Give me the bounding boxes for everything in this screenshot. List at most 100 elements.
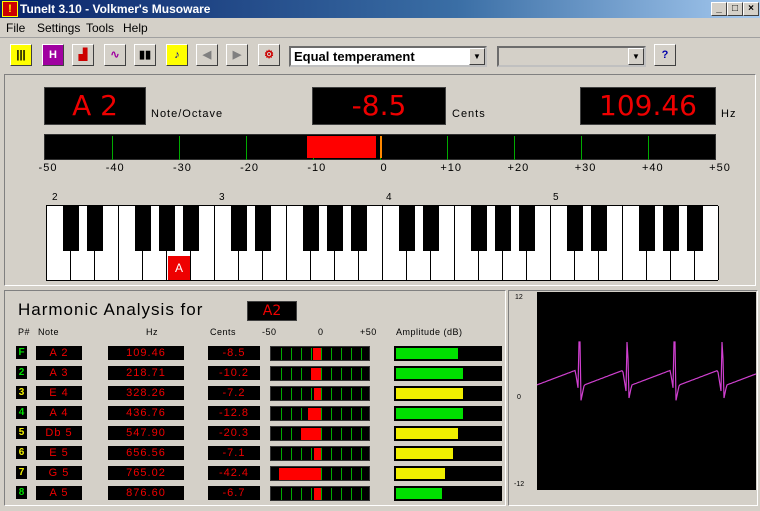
harmonics-view-icon[interactable]: H — [42, 44, 64, 66]
menu-settings[interactable]: Settings — [37, 21, 80, 35]
cents-bar-tick — [331, 408, 332, 420]
temperament-select[interactable]: Equal temperament ▼ — [289, 46, 487, 67]
cents-bar-tick — [331, 428, 332, 440]
header-hz: Hz — [146, 327, 158, 337]
harmonic-note-display: A2 — [247, 301, 297, 321]
pause-icon[interactable]: ▮▮ — [134, 44, 156, 66]
black-key[interactable] — [351, 206, 367, 251]
cents-bar-tick — [341, 468, 342, 480]
cents-bar-tick — [351, 448, 352, 460]
cents-bar-tick — [321, 448, 322, 460]
help-icon[interactable]: ? — [654, 44, 676, 66]
scale-label: +40 — [641, 162, 664, 174]
black-key[interactable] — [303, 206, 319, 251]
partial-number: 5 — [16, 426, 27, 439]
piano-keyboard[interactable]: A — [46, 205, 719, 281]
cents-bar-fill — [278, 468, 321, 480]
cents-bar-fill — [314, 488, 321, 500]
close-button[interactable]: × — [743, 2, 759, 16]
black-key[interactable] — [423, 206, 439, 251]
minimize-button[interactable]: _ — [711, 2, 727, 16]
note-label: Note/Octave — [151, 108, 224, 120]
black-key[interactable] — [471, 206, 487, 251]
black-key[interactable] — [63, 206, 79, 251]
settings-icon[interactable]: ⚙ — [258, 44, 280, 66]
black-key[interactable] — [591, 206, 607, 251]
harmonic-cents: -7.2 — [208, 386, 260, 400]
prev-icon[interactable]: ◀ — [196, 44, 218, 66]
cents-bar-tick — [331, 388, 332, 400]
black-key[interactable] — [231, 206, 247, 251]
cents-bar-tick — [281, 448, 282, 460]
cents-bar-tick — [341, 448, 342, 460]
scale-label: -50 — [38, 162, 58, 174]
octave-label: 3 — [219, 192, 225, 203]
amplitude-fill — [396, 468, 445, 479]
cents-bar-tick — [281, 408, 282, 420]
cents-bar-tick — [291, 388, 292, 400]
amplitude-fill — [396, 348, 459, 359]
secondary-select[interactable]: ▼ — [497, 46, 646, 67]
harmonic-hz: 876.60 — [108, 486, 184, 500]
black-key[interactable] — [399, 206, 415, 251]
scale-label: -10 — [307, 162, 327, 174]
harmonic-cents: -20.3 — [208, 426, 260, 440]
cents-meter — [44, 134, 716, 160]
partial-number: 4 — [16, 406, 27, 419]
meter-tick — [112, 136, 113, 160]
harmonic-note: G 5 — [36, 466, 82, 480]
center-marker — [380, 136, 382, 158]
amplitude-fill — [396, 408, 463, 419]
black-key[interactable] — [135, 206, 151, 251]
chevron-down-icon[interactable]: ▼ — [469, 48, 485, 65]
tuning-fork-icon[interactable]: ♪ — [166, 44, 188, 66]
black-key[interactable] — [87, 206, 103, 251]
menu-file[interactable]: File — [6, 21, 25, 35]
amplitude-bar — [394, 466, 502, 481]
scale-label: 0 — [380, 162, 388, 174]
black-key[interactable] — [495, 206, 511, 251]
black-key[interactable] — [639, 206, 655, 251]
black-key[interactable] — [567, 206, 583, 251]
frequency-display: 109.46 — [580, 87, 716, 125]
black-key[interactable] — [255, 206, 271, 251]
amplitude-bar — [394, 366, 502, 381]
cents-bar-tick — [331, 348, 332, 360]
menu-help[interactable]: Help — [123, 21, 148, 35]
menu-tools[interactable]: Tools — [86, 21, 114, 35]
harmonic-hz: 765.02 — [108, 466, 184, 480]
cents-bar-tick — [331, 368, 332, 380]
black-key[interactable] — [183, 206, 199, 251]
keyboard-view-icon[interactable]: ||| — [10, 44, 32, 66]
black-key[interactable] — [519, 206, 535, 251]
cents-bar-tick — [351, 468, 352, 480]
cents-bar-tick — [341, 348, 342, 360]
cents-bar-tick — [281, 428, 282, 440]
chevron-down-icon[interactable]: ▼ — [628, 48, 644, 65]
waveform-display — [537, 292, 756, 490]
cents-bar-tick — [291, 368, 292, 380]
frequency-label: Hz — [721, 108, 737, 120]
scale-label: +20 — [507, 162, 530, 174]
cents-bar-tick — [301, 488, 302, 500]
cents-bar-tick — [361, 488, 362, 500]
waveform-view-icon[interactable]: ∿ — [104, 44, 126, 66]
harmonic-hz: 328.26 — [108, 386, 184, 400]
cents-bar-tick — [301, 388, 302, 400]
black-key[interactable] — [687, 206, 703, 251]
maximize-button[interactable]: □ — [727, 2, 743, 16]
cents-bar-tick — [351, 348, 352, 360]
black-key[interactable] — [159, 206, 175, 251]
cents-bar-tick — [301, 448, 302, 460]
cents-bar-tick — [331, 448, 332, 460]
cents-bar-tick — [361, 388, 362, 400]
header-note: Note — [38, 327, 60, 337]
cents-bar-tick — [291, 348, 292, 360]
meter-tick — [179, 136, 180, 160]
black-key[interactable] — [327, 206, 343, 251]
next-icon[interactable]: ▶ — [226, 44, 248, 66]
cents-bar-fill — [313, 448, 321, 460]
black-key[interactable] — [663, 206, 679, 251]
spectrum-view-icon[interactable]: ▟ — [72, 44, 94, 66]
harmonic-cents: -12.8 — [208, 406, 260, 420]
